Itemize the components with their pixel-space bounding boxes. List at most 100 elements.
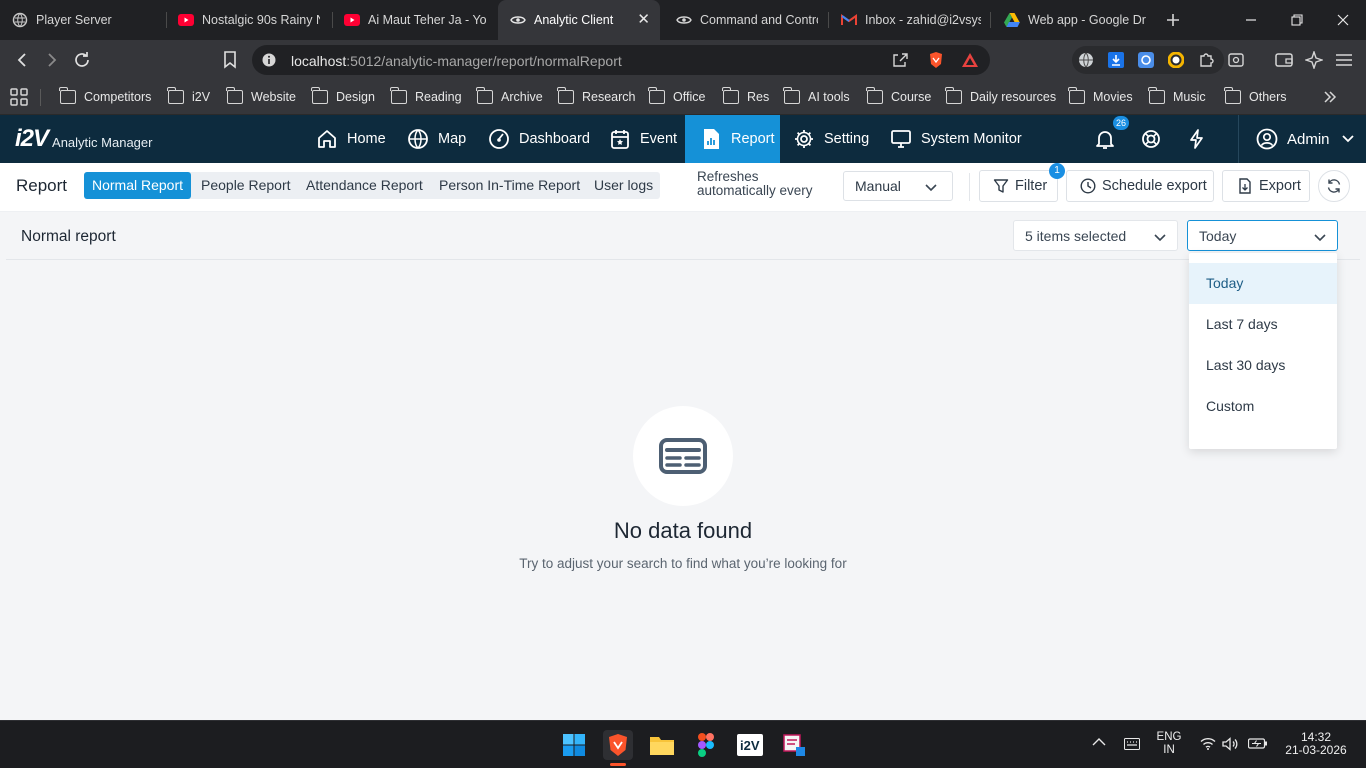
items-multiselect[interactable]: 5 items selected (1013, 220, 1178, 251)
download-extension-icon[interactable] (1108, 52, 1124, 68)
brave-browser-icon[interactable] (603, 730, 633, 760)
date-option-today[interactable]: Today (1189, 263, 1337, 304)
reload-icon[interactable] (72, 50, 92, 70)
nav-map[interactable]: Map (407, 115, 466, 163)
support-lifebuoy-icon[interactable] (1140, 128, 1162, 150)
nav-dashboard[interactable]: Dashboard (488, 115, 590, 163)
bookmark-folder[interactable]: Movies (1068, 87, 1133, 106)
nav-setting[interactable]: Setting (793, 115, 869, 163)
figma-icon[interactable] (691, 730, 721, 760)
battery-icon[interactable] (1248, 737, 1268, 751)
report-tabs: Normal Report People Report Attendance R… (84, 172, 660, 199)
browser-tab[interactable]: Nostalgic 90s Rainy N (178, 0, 320, 40)
bookmark-label: Course (891, 90, 932, 104)
more-bookmarks-icon[interactable] (1320, 87, 1340, 107)
color-picker-icon[interactable] (1168, 52, 1184, 68)
tab-people-report[interactable]: People Report (201, 172, 291, 199)
bookmark-folder[interactable]: Research (557, 87, 636, 106)
bookmark-folder[interactable]: Music (1148, 87, 1206, 106)
tab-normal-report[interactable]: Normal Report (84, 172, 191, 199)
i2v-app-icon[interactable]: i2V (735, 730, 765, 760)
forward-icon[interactable] (42, 50, 62, 70)
address-bar[interactable]: localhost:5012/analytic-manager/report/n… (252, 45, 990, 75)
clock[interactable]: 14:32 21-03-2026 (1280, 731, 1352, 757)
leo-ai-icon[interactable] (1304, 50, 1324, 70)
restore-icon[interactable] (1274, 0, 1320, 40)
volume-icon[interactable] (1222, 737, 1238, 751)
browser-tab[interactable]: Command and Contro (676, 0, 818, 40)
lightning-icon[interactable] (1186, 128, 1208, 150)
bookmark-folder[interactable]: Design (311, 87, 375, 106)
vpn-globe-icon[interactable] (1078, 52, 1094, 68)
tab-search-icon[interactable] (1226, 50, 1246, 70)
menu-icon[interactable] (1334, 50, 1354, 70)
site-info-icon[interactable] (262, 53, 276, 67)
browser-tab[interactable]: Web app - Google Dr (1004, 0, 1148, 40)
bookmark-folder[interactable]: Competitors (59, 87, 151, 106)
tab-attendance-report[interactable]: Attendance Report (306, 172, 423, 199)
close-tab-icon[interactable]: ✕ (637, 12, 650, 28)
user-menu[interactable]: Admin (1256, 115, 1354, 163)
app-logo[interactable]: i2V Analytic Manager (15, 125, 152, 153)
bookmark-folder[interactable]: Office (648, 87, 705, 106)
bookmark-folder[interactable]: Others (1224, 87, 1287, 106)
browser-tab[interactable]: Inbox - zahid@i2vsys (841, 0, 981, 40)
bookmark-folder[interactable]: Website (226, 87, 296, 106)
wifi-icon[interactable] (1200, 737, 1216, 751)
tab-person-in-time-report[interactable]: Person In-Time Report (439, 172, 580, 199)
browser-tab-title: Command and Contro (700, 13, 818, 27)
date-range-select[interactable]: Today (1187, 220, 1338, 251)
folder-icon (311, 87, 328, 104)
browser-tab-active[interactable]: Analytic Client ✕ (498, 0, 660, 40)
date-option-last-7-days[interactable]: Last 7 days (1189, 304, 1337, 345)
brave-shield-icon[interactable] (928, 51, 944, 69)
file-explorer-icon[interactable] (647, 730, 677, 760)
bookmark-folder[interactable]: AI tools (783, 87, 850, 106)
bookmark-folder[interactable]: i2V (167, 87, 210, 106)
browser-tab[interactable]: Player Server (12, 0, 160, 40)
section-title: Normal report (21, 228, 116, 245)
windows-start-icon[interactable] (559, 730, 589, 760)
notification-bell-icon[interactable] (1094, 128, 1116, 150)
filter-button[interactable]: Filter (979, 170, 1058, 202)
minimize-icon[interactable] (1228, 0, 1274, 40)
bookmark-folder[interactable]: Res (722, 87, 769, 106)
remote-app-icon[interactable] (779, 730, 809, 760)
nav-event[interactable]: Event (609, 115, 677, 163)
tray-overflow-icon[interactable] (1092, 737, 1108, 753)
tab-user-logs[interactable]: User logs (594, 172, 653, 199)
language-indicator[interactable]: ENG IN (1152, 731, 1186, 757)
bookmark-label: Others (1249, 90, 1287, 104)
bookmark-label: Movies (1093, 90, 1133, 104)
schedule-export-label: Schedule export (1102, 178, 1207, 194)
eye-icon (510, 12, 526, 28)
brave-rewards-icon[interactable] (961, 52, 979, 68)
nav-report[interactable]: Report (685, 115, 780, 163)
nav-system-monitor[interactable]: System Monitor (890, 115, 1022, 163)
screen-capture-icon[interactable] (1138, 52, 1154, 68)
close-window-icon[interactable] (1320, 0, 1366, 40)
bookmark-icon[interactable] (220, 50, 240, 70)
extensions-icon[interactable] (1198, 52, 1214, 68)
new-tab-icon[interactable] (1150, 0, 1196, 40)
windows-taskbar: i2V ENG IN 14:32 21-03-2026 (0, 720, 1366, 768)
date-option-last-30-days[interactable]: Last 30 days (1189, 345, 1337, 386)
browser-tab[interactable]: Ai Maut Teher Ja - You (344, 0, 486, 40)
wallet-icon[interactable] (1274, 50, 1294, 70)
schedule-export-button[interactable]: Schedule export (1066, 170, 1214, 202)
back-icon[interactable] (12, 50, 32, 70)
bookmark-folder[interactable]: Course (866, 87, 932, 106)
keyboard-icon[interactable] (1124, 738, 1140, 752)
export-button[interactable]: Export (1222, 170, 1310, 202)
share-icon[interactable] (892, 52, 908, 68)
bookmark-folder[interactable]: Daily resources (945, 87, 1057, 106)
date-option-custom[interactable]: Custom (1189, 386, 1337, 427)
apps-grid-icon[interactable] (9, 87, 29, 107)
extensions-group (1072, 46, 1224, 74)
bookmark-folder[interactable]: Reading (390, 87, 462, 106)
bookmark-folder[interactable]: Archive (476, 87, 543, 106)
bookmark-label: Daily resources (970, 90, 1057, 104)
refresh-interval-select[interactable]: Manual (843, 171, 953, 201)
refresh-button[interactable] (1318, 170, 1350, 202)
nav-home[interactable]: Home (316, 115, 390, 163)
